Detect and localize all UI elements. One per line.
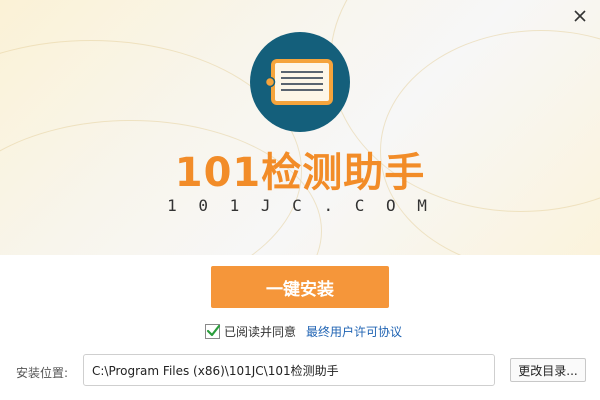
browse-button[interactable]: 更改目录... [510,358,586,382]
install-path-input[interactable] [83,354,495,386]
app-title: 101检测助手 [174,150,426,196]
app-domain: 1 0 1 J C . C O M [167,196,433,215]
checkmark-icon [206,324,221,336]
installer-window: 101检测助手 1 0 1 J C . C O M 一键安装 已阅读并同意 最终… [0,0,600,400]
header-banner: 101检测助手 1 0 1 J C . C O M [0,0,600,255]
close-icon [574,10,586,22]
document-logo-icon [264,59,333,105]
install-button[interactable]: 一键安装 [211,266,389,308]
install-path-label: 安装位置: [16,366,69,380]
license-link[interactable]: 最终用户许可协议 [306,323,402,340]
agreement-label: 已阅读并同意 [224,324,297,339]
app-logo [250,32,350,132]
agreement-row: 已阅读并同意 最终用户许可协议 [205,322,402,340]
close-button[interactable] [570,6,590,26]
agreement-checkbox[interactable] [205,323,221,339]
